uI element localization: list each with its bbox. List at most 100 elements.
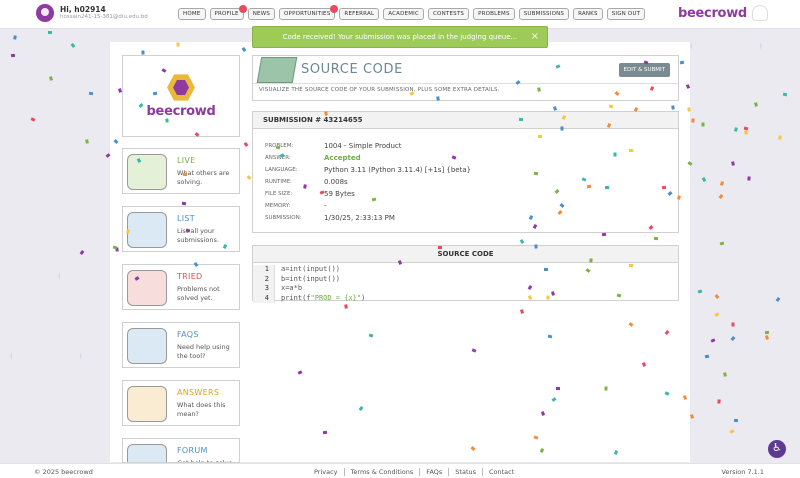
submission-value: 1/30/25, 2:33:13 PM [324, 214, 395, 222]
submission-value: - [324, 202, 327, 210]
confetti-piece [322, 430, 327, 434]
toast-notification: Code received! Your submission was place… [252, 26, 548, 48]
footer-link[interactable]: Contact [483, 468, 520, 476]
confetti-piece [719, 194, 724, 200]
code-text: b=int(input()) [281, 274, 341, 283]
confetti-piece [714, 312, 720, 318]
accessibility-icon[interactable] [768, 440, 786, 458]
confetti-piece [70, 43, 76, 49]
sidebar-item-desc: What others are solving. [177, 169, 230, 186]
line-number: 1 [253, 265, 275, 275]
submission-value: Python 3.11 (Python 3.11.4) [+1s] {beta} [324, 166, 472, 174]
nav-academic[interactable]: ACADEMIC [383, 8, 425, 20]
footer-link[interactable]: Privacy [308, 468, 345, 476]
sidebar-item-answers[interactable]: ANSWERS What does this mean? [122, 380, 240, 426]
confetti-piece [164, 118, 169, 123]
confetti-piece [605, 185, 610, 189]
sidebar-item-faqs[interactable]: FAQS Need help using the tool? [122, 322, 240, 368]
sidebar-item-list[interactable]: LIST List all your submissions. [122, 206, 240, 252]
confetti-piece [544, 267, 549, 271]
nav-submissions[interactable]: SUBMISSIONS [518, 8, 570, 20]
confetti-piece [560, 126, 564, 131]
submission-label: SUBMISSION: [265, 215, 302, 221]
confetti-piece [704, 354, 710, 359]
nav-home[interactable]: HOME [178, 8, 206, 20]
submission-title: SUBMISSION # 43214655 [253, 112, 678, 129]
sidebar-item-title: TRIED [177, 272, 203, 281]
confetti-piece [30, 117, 35, 122]
nav-contests[interactable]: CONTESTS [428, 8, 470, 20]
confetti-piece [719, 181, 724, 187]
close-icon[interactable]: × [531, 31, 539, 42]
submission-panel: SUBMISSION # 43214655 PROBLEM:1004 - Sim… [252, 111, 679, 233]
confetti-piece [436, 96, 440, 101]
confetti-piece [676, 195, 681, 200]
list-icon [127, 212, 167, 248]
submission-value: 1004 - Simple Product [324, 142, 402, 150]
code-text: a=int(input()) [281, 265, 341, 273]
confetti-piece [687, 107, 692, 112]
user-info[interactable]: Hi, h02914 hossain241-15-381@diu.edu.bd [36, 4, 148, 22]
confetti-piece [13, 35, 18, 40]
confetti-piece [141, 50, 145, 55]
confetti-piece [701, 177, 707, 183]
bg-hexagon [10, 322, 82, 390]
sidebar-item-title: ANSWERS [177, 388, 220, 397]
confetti-piece [729, 429, 735, 434]
footer: © 2025 beecrowd Privacy Terms & Condition… [0, 463, 800, 478]
sidebar-item-forum[interactable]: FORUM Get help to solve [122, 438, 240, 463]
confetti-piece [734, 418, 739, 422]
sidebar-item-desc: Problems not solved yet. [177, 285, 220, 302]
submission-label: MEMORY: [265, 203, 291, 209]
source-code-title: SOURCE CODE [253, 246, 678, 263]
confetti-piece [343, 304, 348, 309]
confetti-piece [764, 335, 769, 341]
sidebar-item-title: FAQS [177, 330, 199, 339]
sidebar-item-live[interactable]: LIVE What others are solving. [122, 148, 240, 194]
bell-icon[interactable] [752, 5, 768, 21]
confetti-piece [715, 294, 720, 300]
toast-message: Code received! Your submission was place… [282, 33, 518, 41]
nav-problems[interactable]: PROBLEMS [473, 8, 515, 20]
submission-label: LANGUAGE: [265, 167, 298, 173]
nav-profile[interactable]: PROFILE [209, 5, 247, 20]
sidebar-item-title: FORUM [177, 446, 208, 455]
footer-links: Privacy Terms & Conditions FAQs Status Conta… [308, 468, 520, 476]
confetti-piece [533, 435, 538, 440]
confetti-piece [731, 161, 735, 166]
avatar[interactable] [36, 4, 54, 22]
code-line: 4 print(f"PROD = {x}") [253, 293, 678, 303]
sidebar-item-tried[interactable]: TRIED Problems not solved yet. [122, 264, 240, 310]
confetti-piece [538, 134, 543, 138]
confetti-piece [48, 30, 53, 34]
page-title: SOURCE CODE [301, 62, 403, 77]
footer-link[interactable]: Terms & Conditions [345, 468, 421, 476]
nav-sign-out[interactable]: SIGN OUT [606, 8, 646, 20]
footer-link[interactable]: Status [449, 468, 483, 476]
nav-news[interactable]: NEWS [247, 8, 276, 20]
confetti-piece [438, 246, 443, 250]
confetti-piece [534, 244, 538, 249]
nav-ranks[interactable]: RANKS [573, 8, 603, 20]
line-number: 3 [253, 284, 275, 294]
nav-opportunities[interactable]: OPPORTUNITIES [279, 5, 339, 20]
edit-submit-button[interactable]: EDIT & SUBMIT [618, 63, 670, 77]
footer-link[interactable]: FAQs [420, 468, 450, 476]
box-icon [127, 270, 167, 306]
code-line: 2 b=int(input()) [253, 274, 678, 284]
question-icon [127, 328, 167, 364]
confetti-piece [775, 297, 781, 303]
confetti-piece [628, 263, 633, 268]
confetti-piece [753, 102, 758, 107]
confetti-piece [730, 336, 736, 342]
confetti-piece [731, 322, 735, 327]
code-line: 3 x=a*b [253, 284, 678, 294]
confetti-piece [518, 117, 523, 121]
nav-referral[interactable]: REFERRAL [339, 8, 380, 20]
lightbulb-icon [127, 386, 167, 422]
confetti-piece [691, 117, 695, 123]
brand-logo[interactable]: beecrowd [678, 6, 747, 21]
submission-label: RUNTIME: [265, 179, 293, 185]
sidebar-logo[interactable]: beecrowd [122, 55, 240, 137]
page-subtitle: VISUALIZE THE SOURCE CODE OF YOUR SUBMIS… [259, 87, 500, 93]
